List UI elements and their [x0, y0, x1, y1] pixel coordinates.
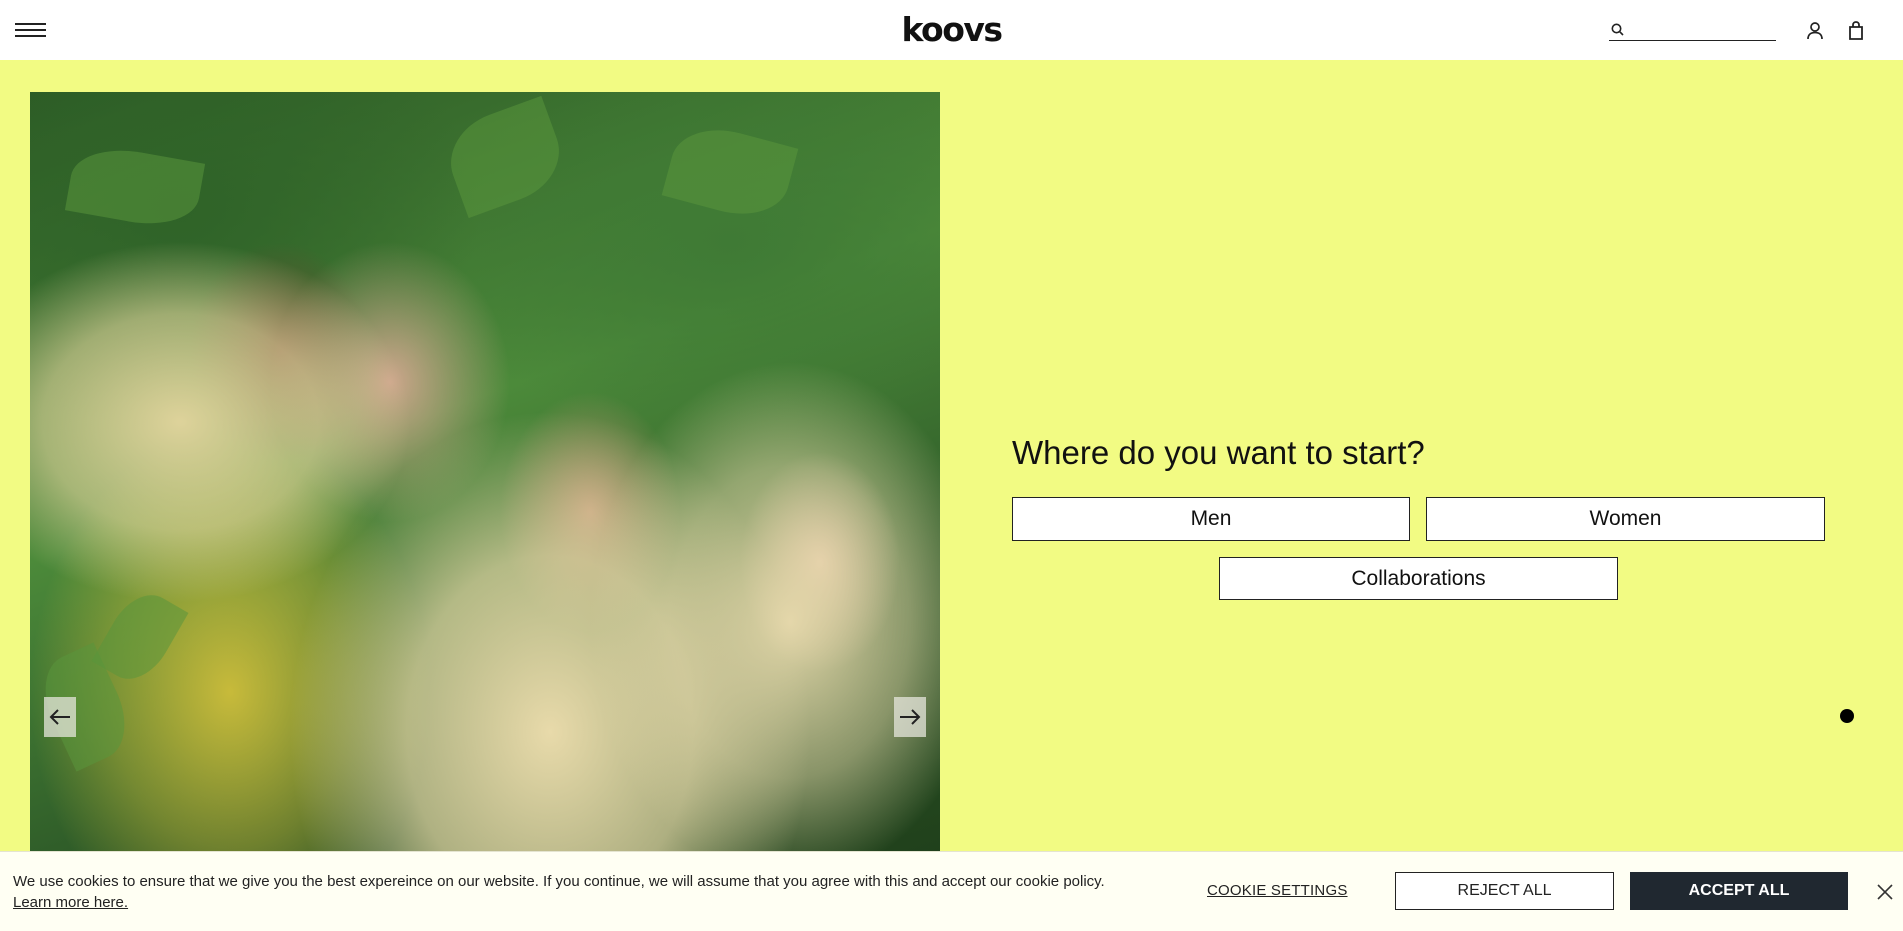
cookie-message: We use cookies to ensure that we give yo… [13, 873, 1105, 890]
learn-more-link[interactable]: Learn more here. [13, 894, 128, 911]
fern-leaf-decoration [437, 95, 573, 219]
cookie-message-block: We use cookies to ensure that we give yo… [13, 871, 1173, 913]
cookie-settings-link[interactable]: COOKIE SETTINGS [1207, 882, 1348, 899]
menu-icon[interactable] [15, 21, 47, 39]
site-logo[interactable]: koovs [901, 10, 1003, 49]
cookie-banner: We use cookies to ensure that we give yo… [0, 851, 1903, 931]
fern-leaf-decoration [661, 117, 799, 227]
hero-image [30, 92, 940, 931]
accept-all-button[interactable]: ACCEPT ALL [1630, 872, 1848, 910]
start-question-heading: Where do you want to start? [1012, 434, 1425, 471]
reject-all-button[interactable]: REJECT ALL [1395, 872, 1614, 910]
bag-icon[interactable] [1845, 20, 1867, 42]
carousel-prev-button[interactable] [44, 697, 76, 737]
arrow-right-icon [900, 709, 921, 725]
men-button[interactable]: Men [1012, 497, 1410, 541]
site-header: koovs [0, 0, 1903, 60]
women-button[interactable]: Women [1426, 497, 1825, 541]
slide-indicator-dot[interactable] [1840, 709, 1854, 723]
arrow-left-icon [49, 709, 70, 725]
search-icon[interactable] [1611, 23, 1624, 36]
user-icon[interactable] [1804, 20, 1826, 42]
fern-leaf-decoration [64, 141, 206, 233]
search-input[interactable] [1631, 20, 1771, 39]
collaborations-button[interactable]: Collaborations [1219, 557, 1618, 600]
search-bar[interactable] [1609, 20, 1776, 41]
close-icon[interactable] [1876, 883, 1894, 901]
carousel-next-button[interactable] [894, 697, 926, 737]
